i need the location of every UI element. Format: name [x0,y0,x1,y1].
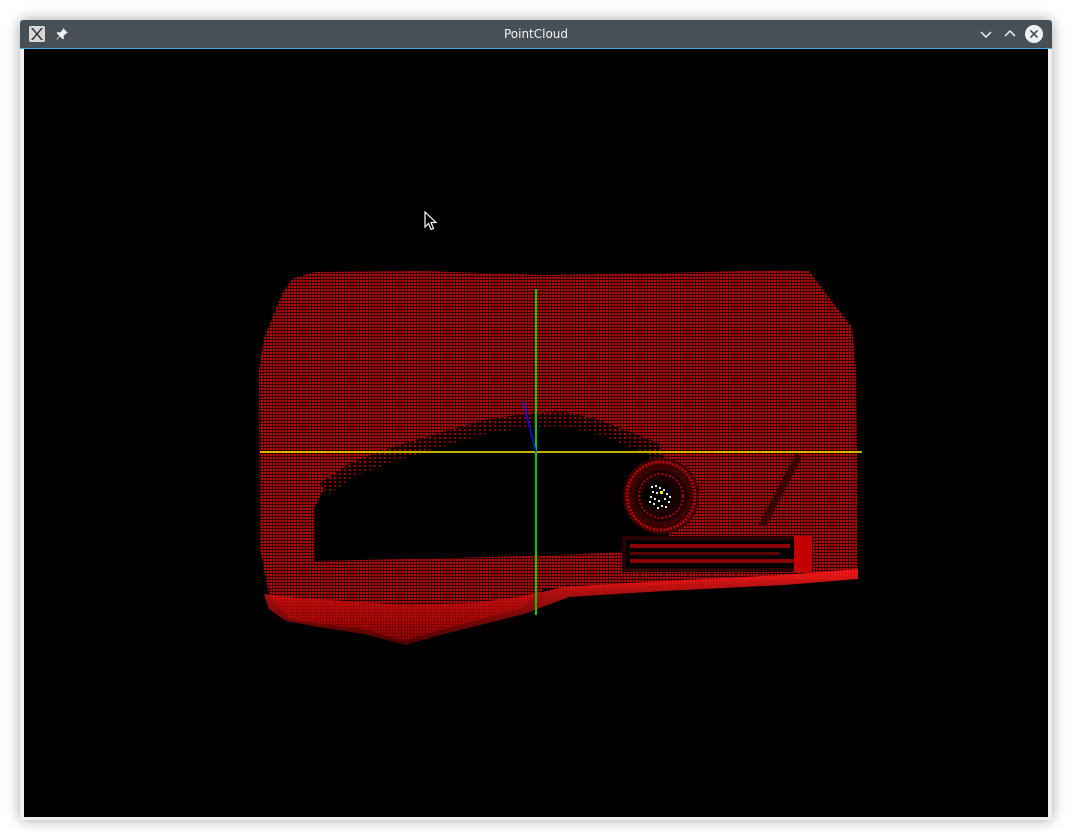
app-window: PointCloud [20,20,1052,820]
close-icon [1025,25,1043,43]
rectangular-object [622,536,812,572]
point-cloud-viewport[interactable] [24,49,1048,817]
mouse-cursor-icon [424,210,438,231]
maximize-icon [1004,29,1016,37]
point-cloud-scene [259,270,862,645]
minimize-icon [980,31,992,39]
window-title: PointCloud [503,27,569,41]
close-button[interactable] [1025,25,1043,43]
title-bar[interactable]: PointCloud [20,20,1052,49]
minimize-button[interactable] [977,25,995,43]
circular-object [623,458,699,534]
maximize-button[interactable] [1001,25,1019,43]
